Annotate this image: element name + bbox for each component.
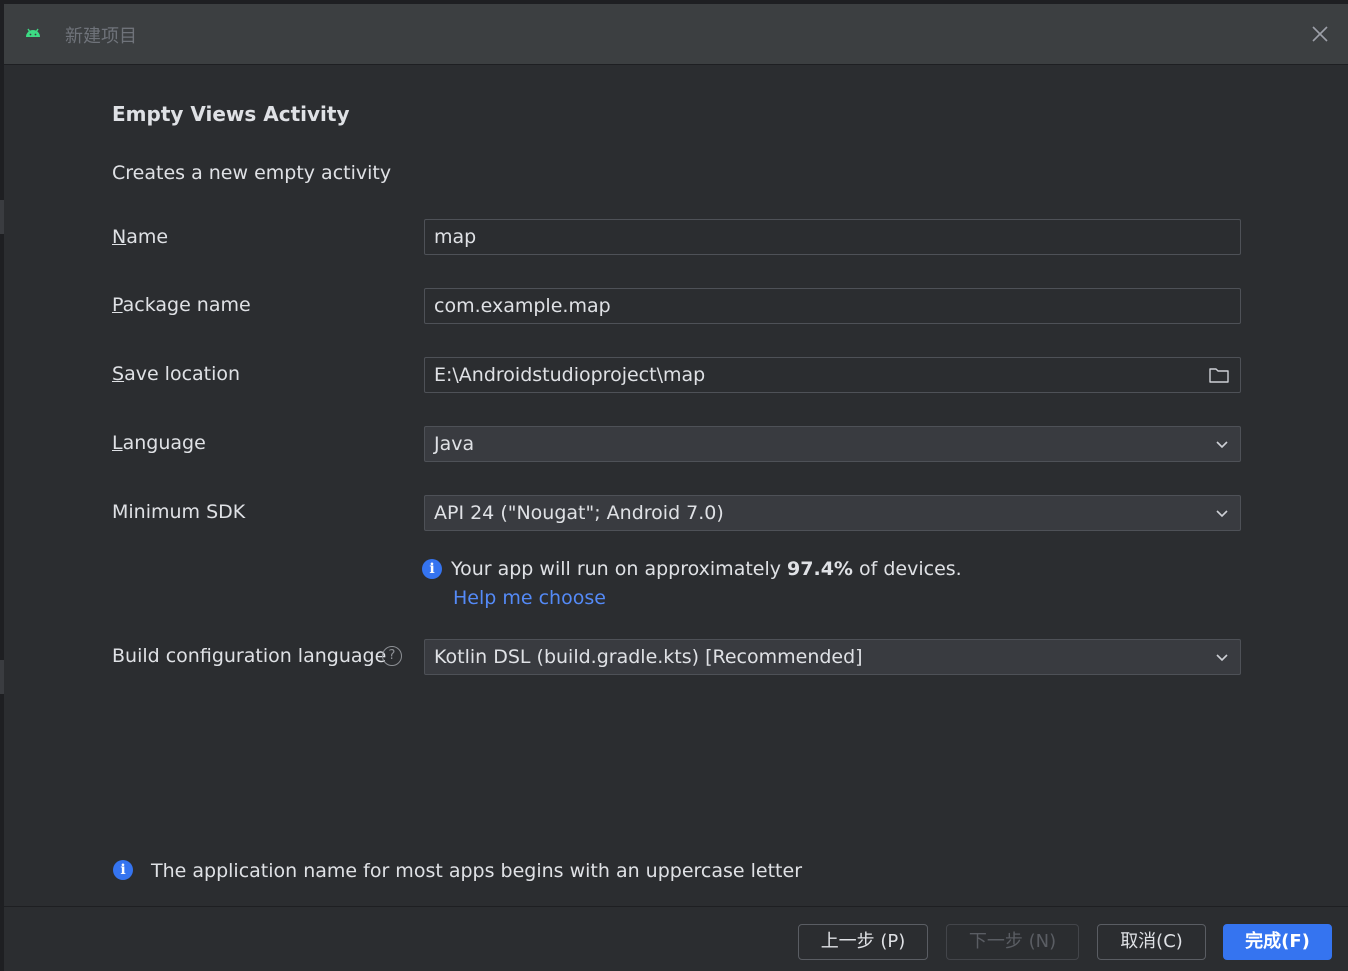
save-location-label: Save location [112,363,241,385]
chevron-down-icon [1216,510,1228,518]
dialog-titlebar: 新建项目 [4,4,1348,65]
build-config-value: Kotlin DSL (build.gradle.kts) [Recommend… [434,646,863,668]
folder-icon[interactable] [1208,366,1230,384]
info-icon: i [422,559,442,579]
build-config-dropdown[interactable]: Kotlin DSL (build.gradle.kts) [Recommend… [424,639,1241,675]
package-name-field[interactable]: com.example.map [424,288,1241,324]
sdk-coverage-text: Your app will run on approximately 97.4%… [451,558,962,580]
name-label: Name [112,226,169,248]
new-project-dialog: 新建项目 Empty Views Activity Creates a new … [4,4,1348,971]
language-dropdown[interactable]: Java [424,426,1241,462]
language-label: Language [112,432,206,454]
next-button[interactable]: 下一步 (N) [946,924,1079,960]
language-value: Java [434,433,475,455]
help-me-choose-link[interactable]: Help me choose [453,587,606,609]
finish-button[interactable]: 完成(F) [1223,924,1332,960]
android-icon [26,28,40,37]
template-title: Empty Views Activity [112,102,350,126]
minimum-sdk-dropdown[interactable]: API 24 ("Nougat"; Android 7.0) [424,495,1241,531]
build-config-label: Build configuration language [112,645,387,667]
close-icon[interactable] [1310,24,1330,44]
name-field[interactable]: map [424,219,1241,255]
previous-button[interactable]: 上一步 (P) [798,924,928,960]
chevron-down-icon [1216,441,1228,449]
template-description: Creates a new empty activity [112,162,392,184]
info-icon: i [113,860,133,880]
name-value: map [434,226,477,248]
minimum-sdk-value: API 24 ("Nougat"; Android 7.0) [434,502,724,524]
package-name-value: com.example.map [434,295,611,317]
validation-hint: The application name for most apps begin… [151,860,803,882]
save-location-field[interactable]: E:\Androidstudioproject\map [424,357,1241,393]
dialog-title: 新建项目 [65,26,137,47]
package-name-label: Package name [112,294,251,316]
minimum-sdk-label: Minimum SDK [112,501,246,523]
footer-divider [4,906,1348,907]
save-location-value: E:\Androidstudioproject\map [434,364,706,386]
cancel-button[interactable]: 取消(C) [1097,924,1206,960]
help-icon[interactable]: ? [382,646,402,666]
chevron-down-icon [1216,654,1228,662]
